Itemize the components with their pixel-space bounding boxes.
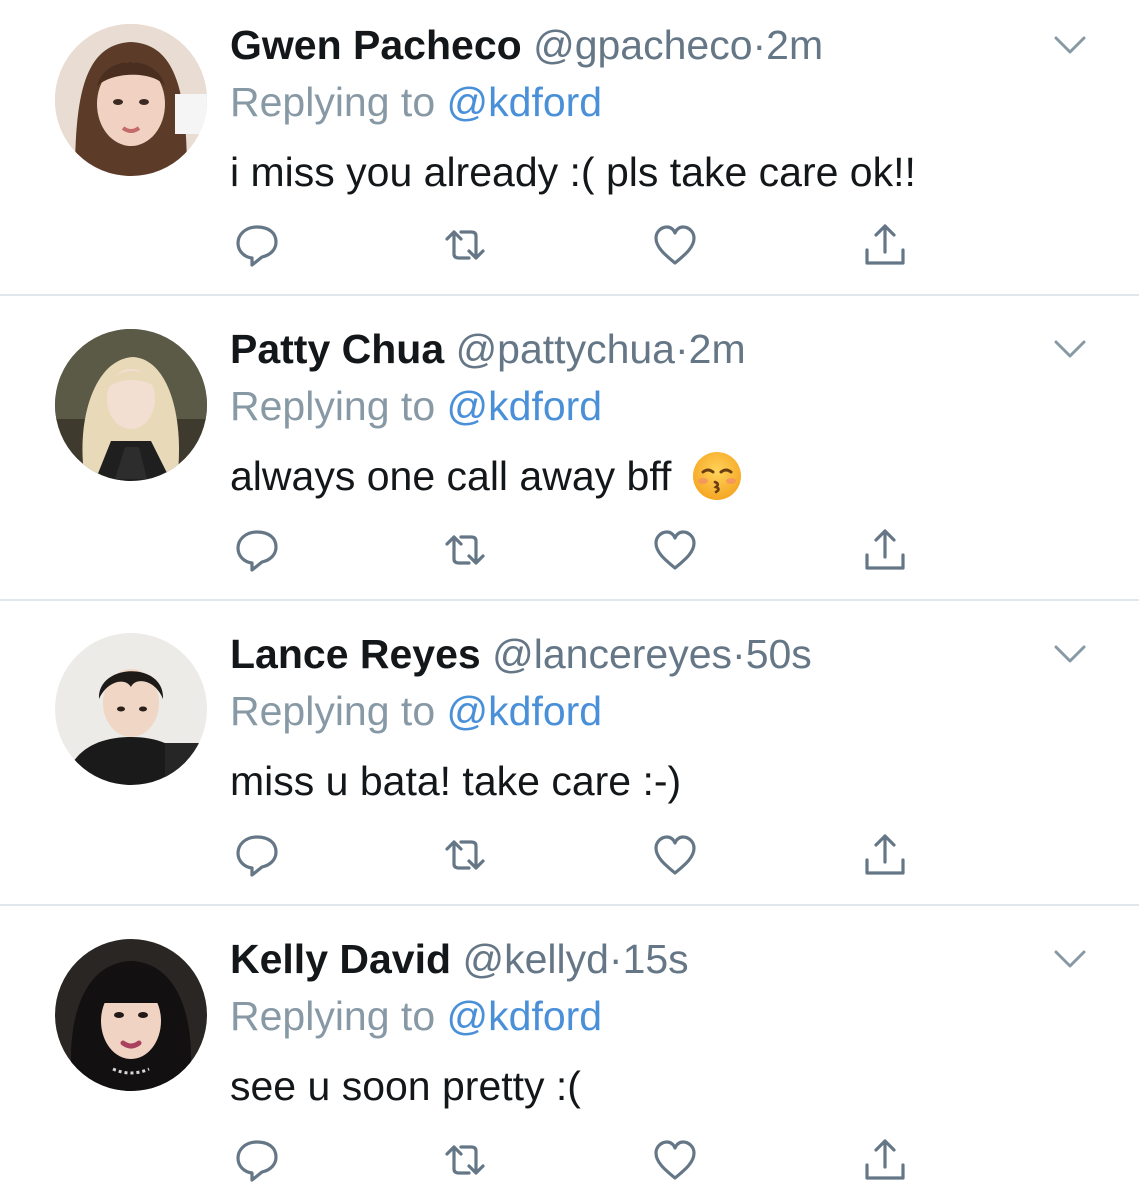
replying-to-label: Replying to <box>230 993 436 1039</box>
mention-link[interactable]: @kdford <box>447 79 603 125</box>
chevron-down-icon[interactable] <box>1050 944 1090 972</box>
mention-link[interactable]: @kdford <box>447 688 603 734</box>
action-bar <box>230 525 930 575</box>
like-button[interactable] <box>650 525 700 575</box>
share-icon <box>865 529 905 570</box>
user-handle[interactable]: @lancereyes <box>492 631 732 677</box>
reply-button[interactable] <box>232 525 282 575</box>
tweet-item[interactable]: Lance Reyes @lancereyes·50s Replying to … <box>0 601 1139 906</box>
share-icon <box>865 834 905 875</box>
reply-bubble-icon <box>236 835 278 877</box>
timestamp[interactable]: 2m <box>766 22 823 68</box>
chevron-down-icon[interactable] <box>1050 639 1090 667</box>
retweet-icon <box>445 230 485 260</box>
chevron-down-icon[interactable] <box>1050 334 1090 362</box>
tweet-text-content: always one call away bff <box>230 453 672 499</box>
retweet-button[interactable] <box>440 525 490 575</box>
tweet-text-content: i miss you already :( pls take care ok!! <box>230 149 916 195</box>
avatar[interactable] <box>55 329 207 481</box>
tweet-header: Lance Reyes @lancereyes·50s <box>230 629 812 679</box>
heart-icon <box>654 835 696 875</box>
share-button[interactable] <box>860 525 910 575</box>
retweet-button[interactable] <box>440 830 490 880</box>
timestamp[interactable]: 50s <box>746 631 812 677</box>
tweet-text: miss u bata! take care :-) <box>230 754 681 808</box>
share-button[interactable] <box>860 220 910 270</box>
display-name[interactable]: Gwen Pacheco <box>230 22 522 68</box>
avatar[interactable] <box>55 24 207 176</box>
user-handle[interactable]: @kellyd <box>462 936 608 982</box>
retweet-icon <box>445 535 485 565</box>
tweet-item[interactable]: Gwen Pacheco @gpacheco·2m Replying to @k… <box>0 0 1139 296</box>
tweet-text: see u soon pretty :( <box>230 1059 581 1113</box>
separator-dot: · <box>674 326 689 372</box>
tweet-text-content: see u soon pretty :( <box>230 1063 581 1109</box>
share-icon <box>865 224 905 265</box>
avatar[interactable] <box>55 939 207 1091</box>
mention-link[interactable]: @kdford <box>447 383 603 429</box>
tweet-text: i miss you already :( pls take care ok!! <box>230 145 916 199</box>
timestamp[interactable]: 15s <box>623 936 689 982</box>
tweet-item[interactable]: Kelly David @kellyd·15s Replying to @kdf… <box>0 906 1139 1200</box>
reply-button[interactable] <box>232 830 282 880</box>
user-handle[interactable]: @gpacheco <box>533 22 752 68</box>
replying-to-label: Replying to <box>230 383 436 429</box>
display-name[interactable]: Lance Reyes <box>230 631 481 677</box>
replying-to-label: Replying to <box>230 79 436 125</box>
like-button[interactable] <box>650 220 700 270</box>
replying-to: Replying to @kdford <box>230 381 602 431</box>
reply-bubble-icon <box>236 530 278 572</box>
action-bar <box>230 220 930 270</box>
user-handle[interactable]: @pattychua <box>456 326 675 372</box>
separator-dot: · <box>732 631 746 677</box>
separator-dot: · <box>608 936 623 982</box>
action-bar <box>230 830 930 880</box>
display-name[interactable]: Kelly David <box>230 936 451 982</box>
tweet-header: Kelly David @kellyd·15s <box>230 934 689 984</box>
action-bar <box>230 1135 930 1185</box>
reply-bubble-icon <box>236 225 278 267</box>
replying-to-label: Replying to <box>230 688 436 734</box>
like-button[interactable] <box>650 830 700 880</box>
retweet-icon <box>445 840 485 870</box>
like-button[interactable] <box>650 1135 700 1185</box>
tweet-text-content: miss u bata! take care :-) <box>230 758 682 804</box>
share-icon <box>865 1139 905 1180</box>
mention-link[interactable]: @kdford <box>447 993 603 1039</box>
share-button[interactable] <box>860 1135 910 1185</box>
tweet-header: Patty Chua @pattychua·2m <box>230 324 746 374</box>
avatar[interactable] <box>55 633 207 785</box>
retweet-button[interactable] <box>440 220 490 270</box>
reply-feed: Gwen Pacheco @gpacheco·2m Replying to @k… <box>0 0 1139 1200</box>
tweet-item[interactable]: Patty Chua @pattychua·2m Replying to @kd… <box>0 296 1139 601</box>
retweet-icon <box>445 1145 485 1175</box>
share-button[interactable] <box>860 830 910 880</box>
display-name[interactable]: Patty Chua <box>230 326 444 372</box>
heart-icon <box>654 225 696 265</box>
timestamp[interactable]: 2m <box>689 326 746 372</box>
replying-to: Replying to @kdford <box>230 686 602 736</box>
chevron-down-icon[interactable] <box>1050 30 1090 58</box>
reply-button[interactable] <box>232 1135 282 1185</box>
replying-to: Replying to @kdford <box>230 77 602 127</box>
separator-dot: · <box>752 22 767 68</box>
retweet-button[interactable] <box>440 1135 490 1185</box>
reply-button[interactable] <box>232 220 282 270</box>
kissing-face-emoji-icon <box>691 450 743 502</box>
heart-icon <box>654 530 696 570</box>
replying-to: Replying to @kdford <box>230 991 602 1041</box>
tweet-header: Gwen Pacheco @gpacheco·2m <box>230 20 823 70</box>
tweet-text: always one call away bff <box>230 449 743 503</box>
reply-bubble-icon <box>236 1140 278 1182</box>
heart-icon <box>654 1140 696 1180</box>
